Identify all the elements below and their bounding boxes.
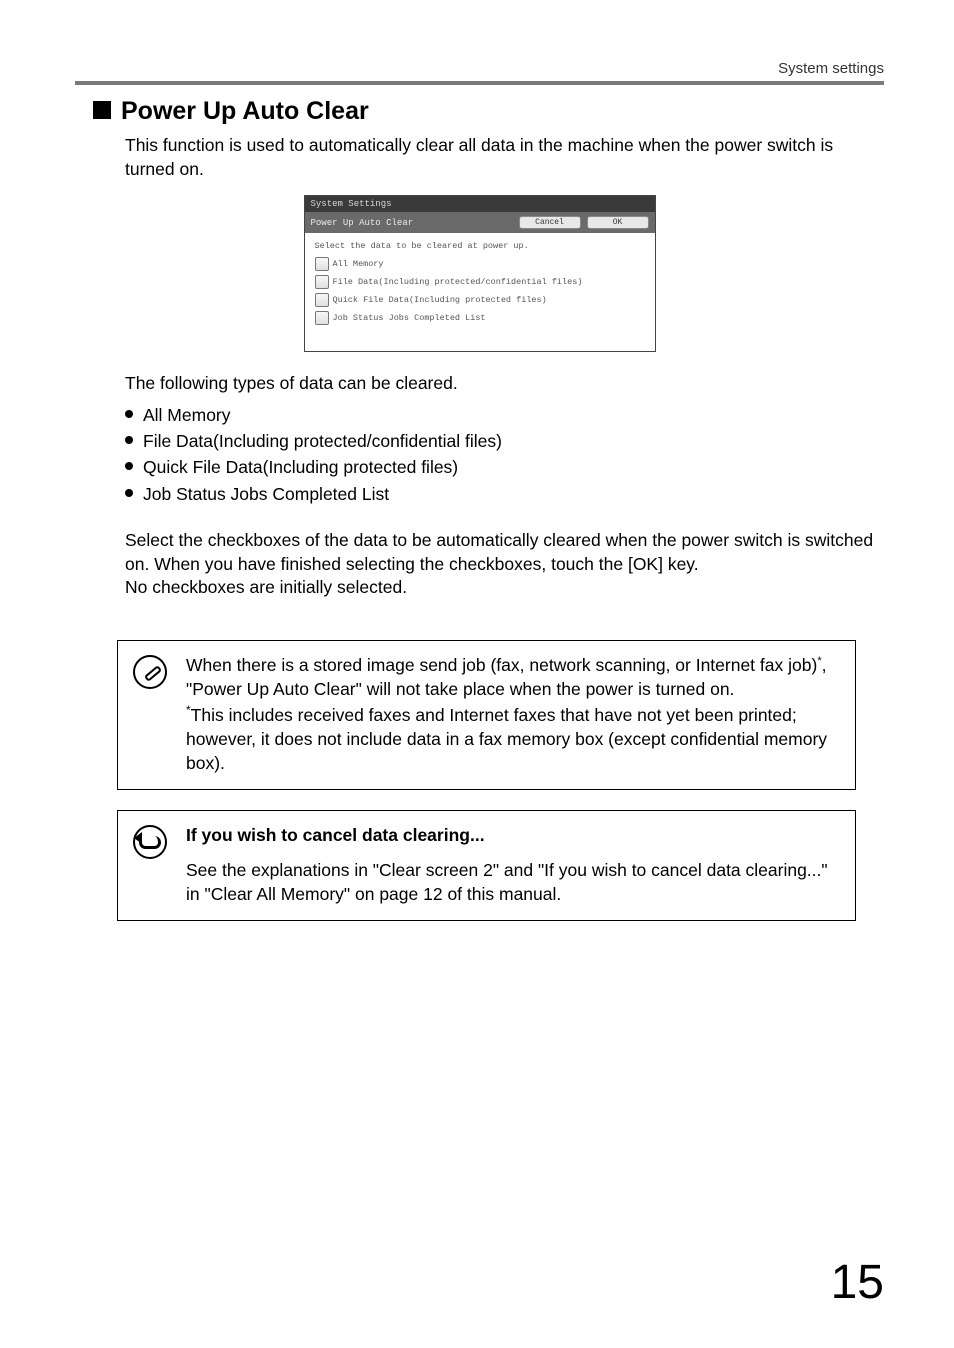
- checkbox-icon[interactable]: [315, 293, 329, 307]
- cancel-button[interactable]: Cancel: [519, 216, 581, 229]
- instruction-para-2: No checkboxes are initially selected.: [125, 576, 874, 600]
- footnote-marker: *: [186, 703, 191, 717]
- followup-lead: The following types of data can be clear…: [125, 372, 874, 396]
- clear-types-list: All Memory File Data(Including protected…: [125, 402, 874, 507]
- list-item: All Memory: [125, 402, 874, 428]
- dialog-option-label: File Data(Including protected/confidenti…: [333, 277, 583, 287]
- note2-body: See the explanations in "Clear screen 2"…: [186, 858, 841, 906]
- note-box-stored-job: When there is a stored image send job (f…: [117, 640, 856, 791]
- list-item: Quick File Data(Including protected file…: [125, 454, 874, 480]
- list-item: Job Status Jobs Completed List: [125, 481, 874, 507]
- ok-button[interactable]: OK: [587, 216, 649, 229]
- dialog-option-job-status[interactable]: Job Status Jobs Completed List: [315, 309, 645, 327]
- note2-heading: If you wish to cancel data clearing...: [186, 823, 841, 847]
- dialog-option-label: Quick File Data(Including protected file…: [333, 295, 547, 305]
- dialog-option-label: All Memory: [333, 259, 384, 269]
- section-title: Power Up Auto Clear: [121, 97, 369, 126]
- dialog-subtitle: Select the data to be cleared at power u…: [305, 233, 655, 255]
- checkbox-icon[interactable]: [315, 275, 329, 289]
- pencil-icon: [142, 664, 158, 680]
- list-item: File Data(Including protected/confidenti…: [125, 428, 874, 454]
- instruction-para-1: Select the checkboxes of the data to be …: [125, 529, 874, 576]
- dialog-option-all-memory[interactable]: All Memory: [315, 255, 645, 273]
- back-icon-circle: [133, 825, 167, 859]
- dialog-option-label: Job Status Jobs Completed List: [333, 313, 486, 323]
- breadcrumb: System settings: [75, 60, 884, 77]
- dialog-title: Power Up Auto Clear: [311, 218, 414, 228]
- back-arrow-icon: [139, 836, 161, 849]
- section-bullet-icon: [93, 101, 111, 119]
- dialog-power-up-auto-clear: System Settings Power Up Auto Clear Canc…: [304, 195, 656, 352]
- note1-line1a: When there is a stored image send job (f…: [186, 655, 817, 675]
- note-box-cancel-clearing: If you wish to cancel data clearing... S…: [117, 810, 856, 920]
- note-icon: [133, 655, 167, 689]
- dialog-option-quick-file-data[interactable]: Quick File Data(Including protected file…: [315, 291, 645, 309]
- page-number: 15: [831, 1255, 884, 1310]
- checkbox-icon[interactable]: [315, 257, 329, 271]
- note1-footnote: This includes received faxes and Interne…: [186, 705, 827, 773]
- dialog-option-file-data[interactable]: File Data(Including protected/confidenti…: [315, 273, 645, 291]
- dialog-system-label: System Settings: [305, 196, 655, 212]
- section-intro: This function is used to automatically c…: [125, 134, 874, 181]
- header-divider: [75, 81, 884, 85]
- checkbox-icon[interactable]: [315, 311, 329, 325]
